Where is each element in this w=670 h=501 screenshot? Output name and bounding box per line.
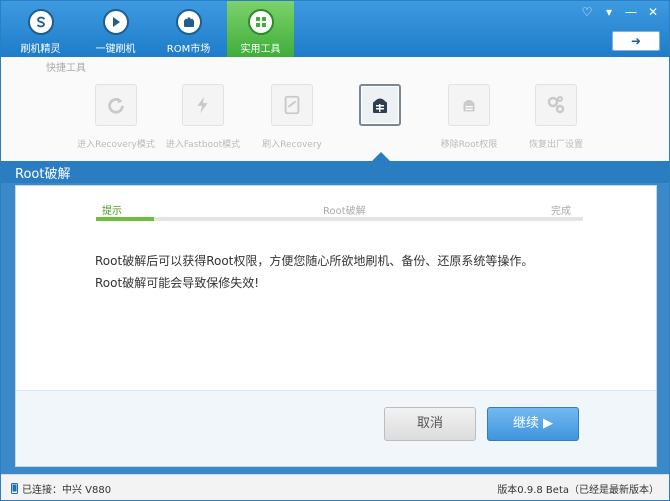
nav-label: 一键刷机 (95, 44, 136, 55)
nav-label: 刷机精灵 (20, 44, 61, 55)
status-bar: 已连接：中兴 V880 版本0.9.8 Beta（已经是最新版本） (1, 474, 669, 500)
android-lock-icon (359, 84, 401, 126)
progress-track (96, 217, 583, 221)
tool-label: 恢复出厂设置 (528, 140, 583, 150)
connection-status: 已连接：中兴 V880 (11, 481, 111, 496)
nav-item-utilities[interactable]: 实用工具 (227, 1, 294, 57)
message-line: Root破解后可以获得Root权限，方便您随心所欲地刷机、备份、还原系统等操作。 (95, 254, 534, 268)
nav-item-one-click-flash[interactable]: 一键刷机 (82, 1, 149, 57)
active-tool-pointer (372, 152, 390, 161)
app-window: 刷机精灵 一键刷机 ROM市场 实用工具 ♡ ▾ — ✕ ➜ 快捷工具 进入Re… (0, 0, 670, 501)
tool-enter-fastboot[interactable]: 进入Fastboot模式 (158, 84, 248, 150)
cancel-button[interactable]: 取消 (384, 407, 476, 441)
grid-icon (247, 9, 274, 35)
continue-button[interactable]: 继续 ▶ (487, 407, 579, 441)
step-done: 完成 (551, 206, 571, 217)
tool-label: 刷入Recovery (262, 140, 322, 150)
tool-factory-reset[interactable]: 恢复出厂设置 (511, 84, 601, 150)
tablet-icon (271, 84, 313, 126)
version-label: 版本0.9.8 Beta（已经是最新版本） (497, 485, 659, 496)
quick-tools-area: 快捷工具 进入Recovery模式 进入Fastboot模式 刷入Recover… (1, 57, 669, 161)
nav-item-rom-market[interactable]: ROM市场 (155, 1, 222, 57)
lightning-icon (182, 84, 224, 126)
refresh-icon (95, 84, 137, 126)
section-header: Root破解 (1, 161, 669, 183)
message-warning: Root破解可能会导致保修失效! (95, 276, 259, 290)
tool-label: 移除Root权限 (440, 140, 498, 150)
connection-label: 已连接：中兴 V880 (22, 485, 112, 496)
message-text: Root破解后可以获得Root权限，方便您随心所欲地刷机、备份、还原系统等操作。… (95, 250, 533, 294)
play-icon (102, 9, 129, 35)
top-nav-bar: 刷机精灵 一键刷机 ROM市场 实用工具 ♡ ▾ — ✕ ➜ (1, 1, 669, 57)
settings-dropdown-icon[interactable]: ▾ (599, 5, 619, 21)
nav-label: 实用工具 (240, 44, 281, 55)
step-root-crack: Root破解 (323, 206, 366, 217)
step-progress: 提示 Root破解 完成 (96, 202, 583, 222)
android-icon (448, 84, 490, 126)
minimize-icon[interactable]: — (621, 5, 641, 21)
progress-fill (96, 217, 155, 221)
tool-flash-recovery[interactable]: 刷入Recovery (247, 84, 337, 150)
arrow-menu-button[interactable]: ➜ (612, 31, 660, 51)
close-icon[interactable]: ✕ (643, 5, 663, 21)
tool-label: 进入Recovery模式 (77, 140, 155, 150)
section-title: Root破解 (15, 167, 71, 182)
root-panel: 提示 Root破解 完成 Root破解后可以获得Root权限，方便您随心所欲地刷… (15, 185, 657, 467)
nav-label: ROM市场 (166, 44, 211, 55)
arrow-right-icon: ➜ (630, 34, 642, 48)
tool-root-crack[interactable] (335, 84, 425, 137)
tool-label: 进入Fastboot模式 (165, 140, 241, 150)
content-area: 提示 Root破解 完成 Root破解后可以获得Root权限，方便您随心所欲地刷… (1, 183, 669, 474)
tool-remove-root[interactable]: 移除Root权限 (424, 84, 514, 150)
phone-icon (11, 483, 18, 494)
step-tip: 提示 (102, 206, 122, 217)
feedback-icon[interactable]: ♡ (577, 5, 597, 21)
android-icon (175, 9, 202, 35)
window-controls: ♡ ▾ — ✕ (577, 5, 663, 21)
tool-enter-recovery[interactable]: 进入Recovery模式 (71, 84, 161, 150)
tools-title: 快捷工具 (46, 63, 86, 74)
nav-item-flash-wizard[interactable]: 刷机精灵 (7, 1, 74, 57)
gears-icon (535, 84, 577, 126)
logo-icon (27, 9, 54, 35)
panel-footer: 取消 继续 ▶ (16, 390, 656, 466)
